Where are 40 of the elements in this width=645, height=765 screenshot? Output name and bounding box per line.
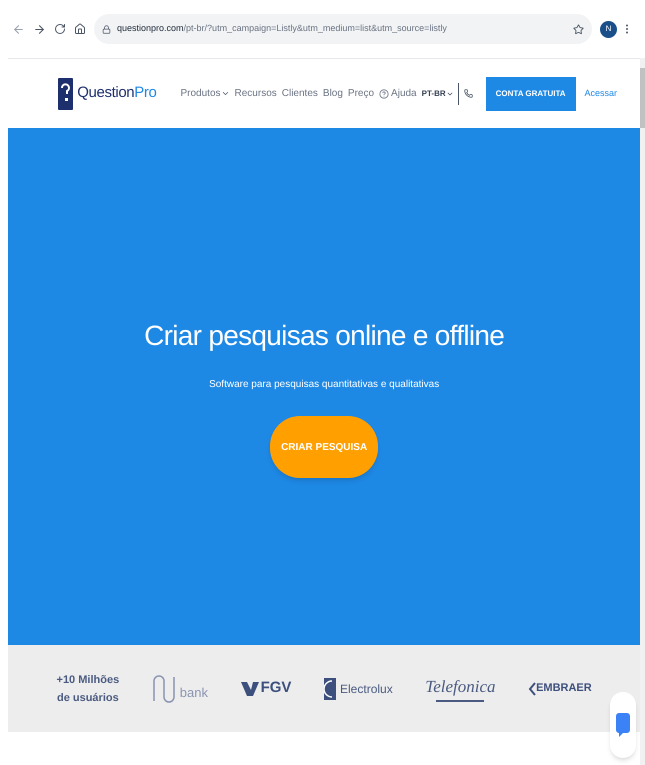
chat-icon [616,713,630,737]
forward-icon[interactable] [33,22,46,36]
logo-icon [58,78,74,110]
language-selector[interactable]: PT-BR [422,82,459,104]
underline-icon [436,700,484,703]
logo-text: bank [180,684,208,702]
nav-link[interactable]: Clientes [282,86,318,101]
address-bar[interactable]: questionpro.com/pt-br/?utm_campaign=Listly&utm_medium=list&utm_source=listly [94,14,592,44]
caret-icon [220,89,230,98]
back-icon[interactable] [12,22,25,36]
hero-subtitle: Software para pesquisas quantitativas e qualitativas [209,378,440,392]
profile-avatar[interactable]: N [600,20,617,38]
electrolux-icon [324,678,336,700]
logo-text: Telefonica [425,676,496,698]
hero-title: Criar pesquisas online e offline [144,319,504,353]
bookmark-icon[interactable] [573,24,584,34]
chevron-icon [528,682,536,696]
user-count-text: de usuários [56,690,119,706]
logo-text: EMBRAER [536,681,592,696]
nav-link[interactable]: Recursos [234,86,277,101]
lock-icon [102,24,111,34]
nu-icon [152,674,178,702]
signup-button[interactable]: CONTA GRATUITA [486,76,576,110]
nav-link[interactable]: Blog [322,86,343,101]
v-icon [240,682,259,696]
phone-icon[interactable] [464,89,473,98]
nav-link[interactable]: Preço [348,86,374,101]
login-link[interactable]: Acessar [584,86,618,100]
logo-text: FGV [260,678,292,698]
home-icon[interactable] [74,23,86,35]
user-count-text: +10 Milhões [56,672,120,688]
nav-dropdown[interactable]: Produtos [180,86,230,101]
scrollbar[interactable] [640,58,645,765]
help-link[interactable]: Ajuda [379,86,417,101]
logo-text: Electrolux [340,680,393,698]
chat-button[interactable] [610,692,636,758]
help-icon [379,88,390,98]
reload-icon[interactable] [54,23,66,35]
url-text: questionpro.com/pt-br/?utm_campaign=Listly&utm_medium=list&utm_source=listly [117,22,448,36]
logo-text: QuestionPro [77,83,156,104]
